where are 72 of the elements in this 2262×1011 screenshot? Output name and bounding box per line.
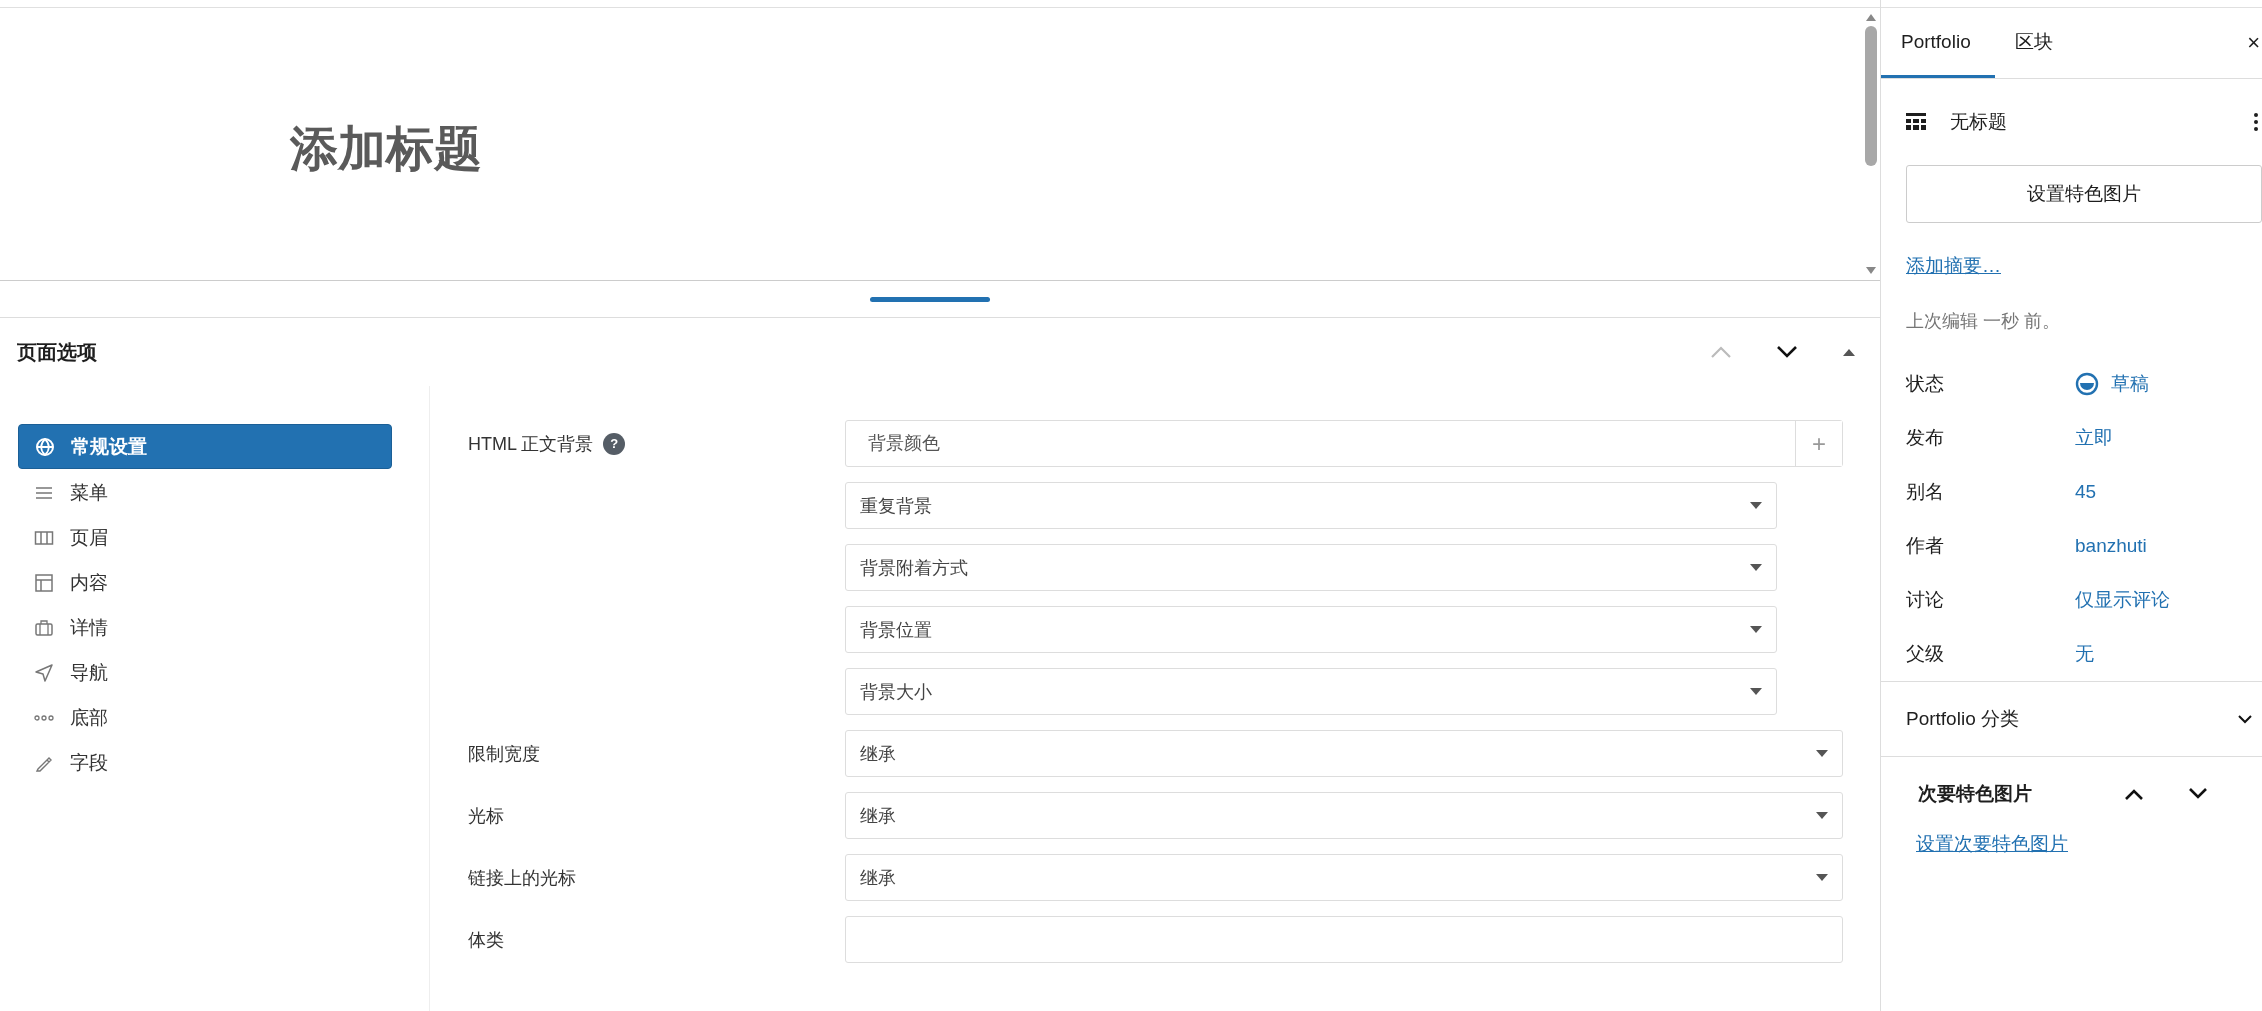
globe-icon (35, 436, 55, 457)
meta-value-link[interactable]: 立即 (2075, 425, 2113, 451)
select-field[interactable]: 继承 (845, 730, 1843, 777)
title-field[interactable]: 添加标题 (290, 117, 482, 181)
scrollbar-thumb[interactable] (1865, 26, 1877, 166)
set-secondary-image-link[interactable]: 设置次要特色图片 (1906, 831, 2068, 857)
chevron-down-icon[interactable] (2238, 714, 2252, 724)
meta-value-link[interactable]: banzhuti (2075, 535, 2147, 557)
nav-item[interactable]: 底部 (18, 696, 392, 739)
briefcase-icon (34, 617, 54, 638)
scroll-down-icon[interactable] (1865, 266, 1877, 276)
dropdown-caret-icon (1750, 688, 1762, 695)
field-label: 限制宽度 (468, 742, 540, 766)
help-icon[interactable]: ? (603, 432, 626, 455)
field-label: HTML 正文背景 (468, 432, 594, 456)
panel-header[interactable]: 次要特色图片 (1906, 757, 2252, 831)
close-button[interactable]: × (2247, 8, 2262, 78)
move-up-icon[interactable] (2124, 788, 2144, 800)
meta-label: 父级 (1906, 642, 1945, 666)
dropdown-caret-icon (1750, 626, 1762, 633)
meta-label: 状态 (1906, 372, 1945, 396)
meta-label: 别名 (1906, 480, 1945, 504)
select-field[interactable]: 背景大小 (845, 668, 1777, 715)
nav-item[interactable]: 详情 (18, 606, 392, 649)
panel-title[interactable]: 次要特色图片 (1906, 781, 2032, 807)
move-down-icon[interactable] (1776, 345, 1798, 359)
dropdown-caret-icon (1750, 502, 1762, 509)
more-options-icon[interactable] (2254, 112, 2258, 132)
nav-item[interactable]: 字段 (18, 741, 392, 784)
scroll-up-icon[interactable] (1865, 12, 1877, 22)
collapse-icon[interactable] (1842, 347, 1856, 357)
meta-value-link[interactable]: 仅显示评论 (2075, 587, 2170, 613)
nav-item[interactable]: 页眉 (18, 516, 392, 559)
nav-item[interactable]: 内容 (18, 561, 392, 604)
meta-label: 作者 (1906, 534, 1945, 558)
nav-item[interactable]: 导航 (18, 651, 392, 694)
sidebar-tab[interactable]: Portfolio (1881, 8, 1995, 78)
post-type-title: 无标题 (1950, 110, 2007, 134)
draft-status-icon (2075, 372, 2099, 396)
select-field[interactable]: 重复背景 (845, 482, 1777, 529)
text-input-field[interactable] (845, 916, 1843, 963)
dropdown-caret-icon (1816, 874, 1828, 881)
dots-icon (34, 713, 54, 722)
meta-label: 发布 (1906, 426, 1945, 450)
dropdown-caret-icon (1750, 564, 1762, 571)
paper-plane-icon (34, 662, 54, 683)
meta-value-link[interactable]: 无 (2075, 641, 2094, 667)
panel-title: 页面选项 (17, 339, 97, 365)
select-field[interactable]: 背景附着方式 (845, 544, 1777, 591)
meta-value-link[interactable]: 45 (2075, 481, 2097, 503)
dropdown-caret-icon (1816, 750, 1828, 757)
select-field[interactable]: 背景位置 (845, 606, 1777, 653)
nav-item[interactable]: 常规设置 (18, 424, 392, 469)
last-edited-text: 上次编辑 一秒 前。 (1906, 310, 2061, 333)
resize-handle[interactable] (870, 296, 990, 302)
add-excerpt-link[interactable]: 添加摘要… (1906, 253, 2001, 279)
select-field[interactable]: 继承 (845, 854, 1843, 901)
meta-value-link[interactable]: 草稿 (2111, 371, 2149, 397)
panel-title[interactable]: Portfolio 分类 (1906, 706, 2019, 732)
grid-icon (1906, 113, 1926, 131)
move-down-icon[interactable] (2188, 788, 2208, 800)
set-featured-image-button[interactable]: 设置特色图片 (1906, 165, 2262, 223)
select-field[interactable]: 继承 (845, 792, 1843, 839)
panel-header[interactable]: Portfolio 分类 (1906, 682, 2252, 756)
field-label: 体类 (468, 928, 504, 952)
layout-icon (34, 572, 54, 593)
meta-label: 讨论 (1906, 588, 1945, 612)
dropdown-caret-icon (1816, 812, 1828, 819)
field-label: 光标 (468, 804, 504, 828)
field-label: 链接上的光标 (468, 866, 576, 890)
sidebar-tab[interactable]: 区块 (1994, 8, 2073, 78)
nav-item[interactable]: 菜单 (18, 471, 392, 514)
